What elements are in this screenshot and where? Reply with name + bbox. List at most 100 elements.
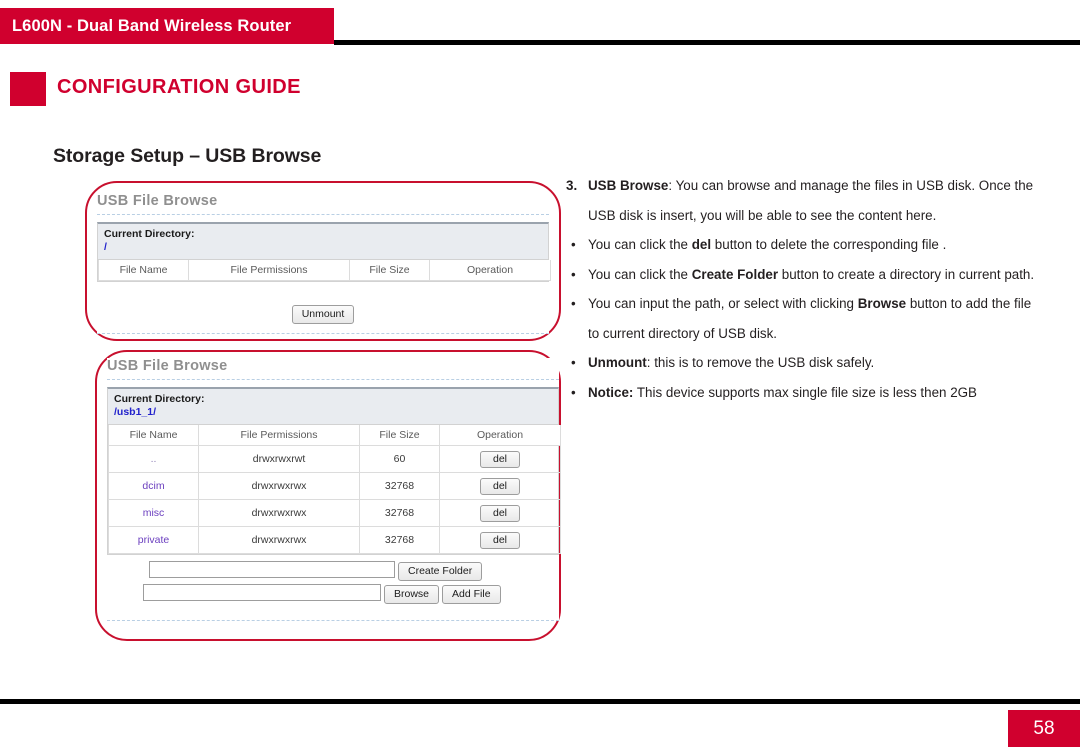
product-title: L600N - Dual Band Wireless Router	[12, 16, 292, 35]
file-name-link[interactable]: dcim	[142, 480, 164, 492]
instruction-text: Notice: This device supports max single …	[588, 385, 977, 400]
instructions-list: 3. USB Browse: You can browse and manage …	[566, 171, 1036, 407]
instruction-emphasis: del	[691, 237, 712, 252]
table-row: misc drwxrwxrwx 32768 del	[108, 499, 561, 527]
footer-divider-rule	[0, 699, 1080, 704]
cell-file-permissions: drwxrwxrwx	[198, 499, 360, 527]
create-folder-input[interactable]	[149, 561, 395, 579]
cell-file-permissions: drwxrwxrwx	[198, 472, 360, 500]
column-header-file-name: File Name	[108, 425, 199, 446]
cell-file-size: 32768	[359, 526, 440, 554]
column-header-file-permissions: File Permissions	[198, 425, 360, 446]
instruction-item: • You can click the del button to delete …	[566, 230, 1036, 260]
current-directory-block: Current Directory: /usb1_1/	[108, 389, 558, 425]
cell-file-name: ..	[108, 445, 199, 473]
add-file-path-input[interactable]	[143, 584, 381, 602]
instruction-text: You can click the del button to delete t…	[588, 237, 946, 252]
table-row: private drwxrwxrwx 32768 del	[108, 526, 561, 554]
cell-file-name: private	[108, 526, 199, 554]
file-name-link[interactable]: ..	[151, 453, 157, 465]
bullet-marker: •	[571, 355, 576, 370]
cell-file-size: 32768	[359, 472, 440, 500]
instruction-item: 3. USB Browse: You can browse and manage …	[566, 171, 1036, 230]
bullet-marker: •	[571, 266, 576, 282]
instruction-fragment: : this is to remove the USB disk safely.	[646, 355, 875, 370]
cell-operation: del	[439, 472, 561, 500]
instruction-fragment: This device supports max single file siz…	[633, 384, 977, 400]
instruction-emphasis: Create Folder	[691, 266, 779, 282]
cell-file-permissions: drwxrwxrwx	[198, 526, 360, 554]
header-divider-rule	[334, 40, 1080, 45]
instruction-fragment: button to delete the corresponding file …	[711, 237, 947, 252]
column-header-operation: Operation	[429, 260, 551, 281]
delete-file-button[interactable]: del	[479, 504, 520, 522]
section-heading: CONFIGURATION GUIDE	[0, 68, 420, 112]
column-header-file-permissions: File Permissions	[188, 260, 350, 281]
page-number-badge: 58	[1008, 710, 1080, 747]
usb-browse-panel: Current Directory: / File Name File Perm…	[97, 222, 551, 282]
panel-title: USB File Browse	[107, 358, 228, 374]
delete-file-button[interactable]: del	[479, 531, 520, 549]
unmount-button-row: Unmount	[97, 291, 549, 333]
section-accent-swatch	[10, 72, 46, 106]
current-directory-block: Current Directory: /	[98, 224, 548, 260]
instruction-item: • Unmount: this is to remove the USB disk…	[566, 348, 1036, 378]
instruction-text: You can input the path, or select with c…	[588, 296, 1031, 341]
instruction-emphasis: USB Browse	[588, 178, 669, 193]
panel-bottom-divider	[97, 333, 549, 334]
table-header-row: File Name File Permissions File Size Ope…	[108, 425, 561, 446]
file-table: File Name File Permissions File Size Ope…	[98, 260, 551, 281]
file-name-link[interactable]: misc	[143, 507, 165, 519]
file-table: File Name File Permissions File Size Ope…	[108, 425, 561, 554]
cell-operation: del	[439, 499, 561, 527]
file-name-link[interactable]: private	[138, 534, 170, 546]
add-file-row: Browse Add File	[107, 584, 559, 604]
instruction-emphasis: Notice:	[588, 384, 634, 400]
current-directory-label: Current Directory:	[114, 393, 205, 405]
panel-bottom-divider	[107, 620, 559, 621]
instruction-fragment: You can click the	[588, 266, 692, 282]
page-title: Storage Setup – USB Browse	[53, 145, 322, 167]
instruction-emphasis: Browse	[857, 296, 907, 311]
panel-title-divider	[107, 379, 559, 380]
instruction-fragment: You can click the	[588, 237, 692, 252]
cell-operation: del	[439, 445, 561, 473]
instruction-emphasis: Unmount	[588, 355, 647, 370]
column-header-file-size: File Size	[349, 260, 430, 281]
instruction-text: You can click the Create Folder button t…	[588, 267, 1034, 282]
instruction-item: • Notice: This device supports max single…	[566, 378, 1036, 408]
create-folder-button[interactable]: Create Folder	[398, 562, 483, 581]
panel-title: USB File Browse	[97, 193, 218, 209]
usb-file-browse-empty-screenshot: USB File Browse Current Directory: / Fil…	[97, 193, 551, 334]
unmount-button[interactable]: Unmount	[291, 305, 355, 324]
cell-file-permissions: drwxrwxrwt	[198, 445, 360, 473]
panel-title-divider	[97, 214, 549, 215]
cell-file-name: dcim	[108, 472, 199, 500]
instruction-item: • You can input the path, or select with …	[566, 289, 1036, 348]
current-directory-path[interactable]: /usb1_1/	[114, 406, 552, 419]
delete-file-button[interactable]: del	[479, 450, 520, 468]
usb-file-browse-listing-screenshot: USB File Browse Current Directory: /usb1…	[107, 358, 561, 621]
bullet-marker: •	[571, 384, 576, 400]
instruction-text: USB Browse: You can browse and manage th…	[588, 178, 1033, 223]
panel-tail-spacer	[107, 608, 559, 621]
product-title-banner: L600N - Dual Band Wireless Router	[0, 8, 334, 44]
table-header-row: File Name File Permissions File Size Ope…	[98, 260, 551, 281]
cell-file-size: 32768	[359, 499, 440, 527]
cell-file-size: 60	[359, 445, 440, 473]
column-header-file-name: File Name	[98, 260, 189, 281]
delete-file-button[interactable]: del	[479, 477, 520, 495]
current-directory-label: Current Directory:	[104, 228, 195, 240]
section-title: CONFIGURATION GUIDE	[57, 76, 301, 98]
current-directory-path[interactable]: /	[104, 241, 542, 254]
cell-operation: del	[439, 526, 561, 554]
column-header-file-size: File Size	[359, 425, 440, 446]
file-table-body: .. drwxrwxrwt 60 del dcim drwxrwxrwx 32768 del m…	[108, 445, 561, 554]
add-file-button[interactable]: Add File	[442, 585, 501, 604]
table-row: .. drwxrwxrwt 60 del	[108, 445, 561, 473]
create-folder-row: Create Folder	[107, 561, 559, 581]
browse-button[interactable]: Browse	[384, 585, 440, 604]
usb-browse-panel: Current Directory: /usb1_1/ File Name Fi…	[107, 387, 561, 555]
cell-file-name: misc	[108, 499, 199, 527]
bullet-marker: •	[571, 237, 576, 252]
